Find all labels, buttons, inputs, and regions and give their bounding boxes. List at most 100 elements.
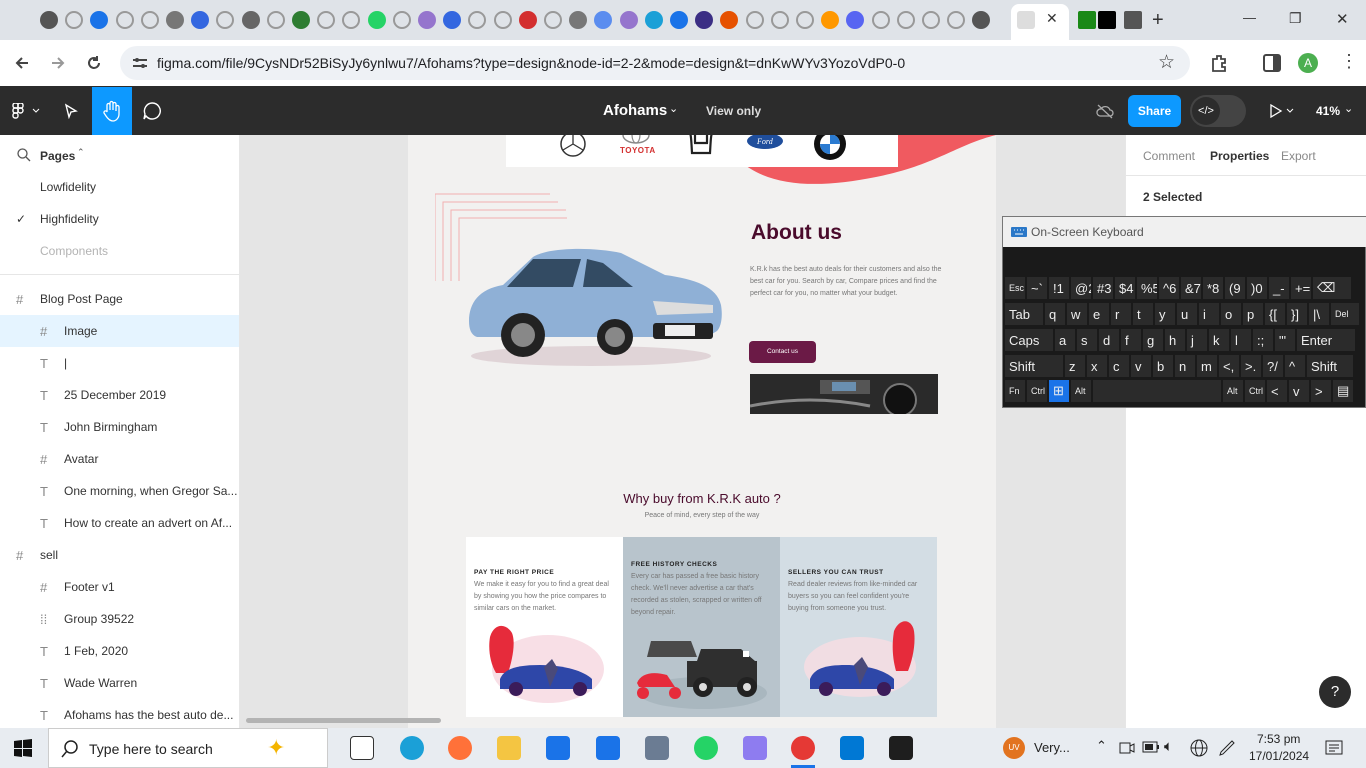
bookmark-star-icon[interactable]: ☆ [1158, 51, 1175, 74]
page-frame[interactable]: TOYOTA Ford About us K.R.k has the best … [408, 135, 996, 728]
osk-key[interactable]: p [1243, 303, 1263, 325]
globe-icon[interactable] [1190, 739, 1208, 757]
tab-favicon-icon[interactable] [241, 11, 260, 29]
tab-favicon-icon[interactable] [770, 11, 789, 29]
tab-favicon-icon[interactable] [392, 11, 411, 29]
osk-key[interactable]: a [1055, 329, 1075, 351]
osk-key[interactable]: (9 [1225, 277, 1245, 299]
layer-row[interactable]: T 25 December 2019 [0, 379, 239, 411]
dev-mode-toggle[interactable]: </> [1190, 95, 1246, 127]
osk-key[interactable]: Ctrl [1245, 380, 1265, 402]
osk-key[interactable]: g [1143, 329, 1163, 351]
layer-row[interactable]: ⁞⁞ Group 39522 [0, 603, 239, 635]
osk-key[interactable]: ~` [1027, 277, 1047, 299]
tab-favicon-icon[interactable] [846, 11, 865, 29]
osk-key[interactable]: $4 [1115, 277, 1135, 299]
whatsapp-icon[interactable] [694, 736, 718, 760]
osk-key[interactable]: r [1111, 303, 1131, 325]
osk-key[interactable]: i [1199, 303, 1219, 325]
tab-favicon-icon[interactable] [493, 11, 512, 29]
tab-favicon-icon[interactable] [1098, 11, 1116, 29]
vscode-icon[interactable] [840, 736, 864, 760]
chevron-up-icon[interactable]: ⌃ [1096, 738, 1107, 754]
osk-key[interactable]: Shift [1005, 355, 1063, 377]
page-item-highfidelity[interactable]: ✓ Highfidelity [0, 203, 239, 235]
help-button[interactable]: ? [1319, 676, 1351, 708]
tab-favicon-icon[interactable] [871, 11, 890, 29]
chevron-down-icon[interactable]: ⌄ [669, 102, 678, 115]
osk-key[interactable]: &7 [1181, 277, 1201, 299]
forward-arrow-icon[interactable] [50, 55, 66, 71]
osk-key[interactable]: v [1131, 355, 1151, 377]
osk-key[interactable]: c [1109, 355, 1129, 377]
tab-favicon-icon[interactable] [947, 11, 966, 29]
osk-key[interactable]: |\ [1309, 303, 1329, 325]
osk-key[interactable]: z [1065, 355, 1085, 377]
page-item-lowfidelity[interactable]: Lowfidelity [0, 171, 239, 203]
osk-key[interactable]: ^6 [1159, 277, 1179, 299]
side-panel-icon[interactable] [1263, 54, 1281, 72]
tab-favicon-icon[interactable] [619, 11, 638, 29]
osk-key[interactable]: >. [1241, 355, 1261, 377]
osk-key[interactable]: }] [1287, 303, 1307, 325]
layer-row[interactable]: # Blog Post Page [0, 283, 239, 315]
tab-favicon-icon[interactable] [342, 11, 361, 29]
osk-key[interactable]: v [1289, 380, 1309, 402]
mail-icon[interactable] [596, 736, 620, 760]
osk-key[interactable]: ?/ [1263, 355, 1283, 377]
design-canvas[interactable]: TOYOTA Ford About us K.R.k has the best … [240, 135, 1125, 728]
news-icon[interactable] [645, 736, 669, 760]
tab-favicon-icon[interactable] [594, 11, 613, 29]
osk-key[interactable]: Shift [1307, 355, 1353, 377]
chrome-menu-icon[interactable]: ⋮ [1340, 51, 1358, 72]
pages-label[interactable]: Pages [40, 149, 75, 163]
osk-key[interactable]: %5 [1137, 277, 1157, 299]
layer-row[interactable]: T One morning, when Gregor Sa... [0, 475, 239, 507]
maximize-button[interactable]: ❐ [1289, 10, 1302, 27]
osk-key[interactable]: u [1177, 303, 1197, 325]
tab-favicon-icon[interactable] [140, 11, 159, 29]
profile-avatar[interactable]: A [1298, 53, 1318, 73]
osk-key[interactable]: h [1165, 329, 1185, 351]
extensions-icon[interactable] [1209, 53, 1229, 73]
osk-key[interactable]: s [1077, 329, 1097, 351]
osk-key[interactable]: Alt [1223, 380, 1243, 402]
tab-close-icon[interactable]: ✕ [1046, 10, 1058, 27]
osk-key[interactable]: l [1231, 329, 1251, 351]
osk-key[interactable]: o [1221, 303, 1241, 325]
layer-row[interactable]: # Footer v1 [0, 571, 239, 603]
osk-key[interactable]: k [1209, 329, 1229, 351]
osk-key[interactable] [1093, 380, 1221, 402]
active-tab[interactable]: ✕ [1011, 4, 1069, 40]
volume-icon[interactable]: 🔈︎ [1164, 738, 1173, 755]
tab-favicon-icon[interactable] [216, 11, 235, 29]
osk-key[interactable]: b [1153, 355, 1173, 377]
tab-favicon-icon[interactable] [115, 11, 134, 29]
osk-key[interactable]: n [1175, 355, 1195, 377]
url-bar[interactable]: figma.com/file/9CysNDr52BiSyJy6ynlwu7/Af… [120, 46, 1190, 80]
page-item-components[interactable]: Components [0, 235, 239, 267]
share-button[interactable]: Share [1128, 95, 1181, 127]
tab-favicon-icon[interactable] [191, 11, 210, 29]
tab-favicon-icon[interactable] [443, 11, 462, 29]
layer-row[interactable]: # Avatar [0, 443, 239, 475]
present-play-icon[interactable] [1269, 104, 1295, 118]
tab-favicon-icon[interactable] [90, 11, 109, 29]
tab-favicon-icon[interactable] [644, 11, 663, 29]
osk-key[interactable]: ^ [1285, 355, 1305, 377]
osk-key[interactable]: _- [1269, 277, 1289, 299]
tab-favicon-icon[interactable] [745, 11, 764, 29]
layer-row[interactable]: T | [0, 347, 239, 379]
store-icon[interactable] [546, 736, 570, 760]
osk-key[interactable]: ⌫ [1313, 277, 1351, 299]
terminal-icon[interactable] [889, 736, 913, 760]
layer-row[interactable]: T Wade Warren [0, 667, 239, 699]
osk-key[interactable]: x [1087, 355, 1107, 377]
file-name[interactable]: Afohams [603, 102, 667, 119]
tab-favicon-icon[interactable] [720, 11, 739, 29]
minimize-button[interactable]: — [1243, 10, 1256, 25]
firefox-icon[interactable] [448, 736, 472, 760]
search-icon[interactable] [17, 148, 31, 162]
tab-favicon-icon[interactable] [544, 11, 562, 29]
on-screen-keyboard[interactable]: On-Screen Keyboard Esc~`!1@2#3$4%5^6&7*8… [1002, 216, 1366, 408]
